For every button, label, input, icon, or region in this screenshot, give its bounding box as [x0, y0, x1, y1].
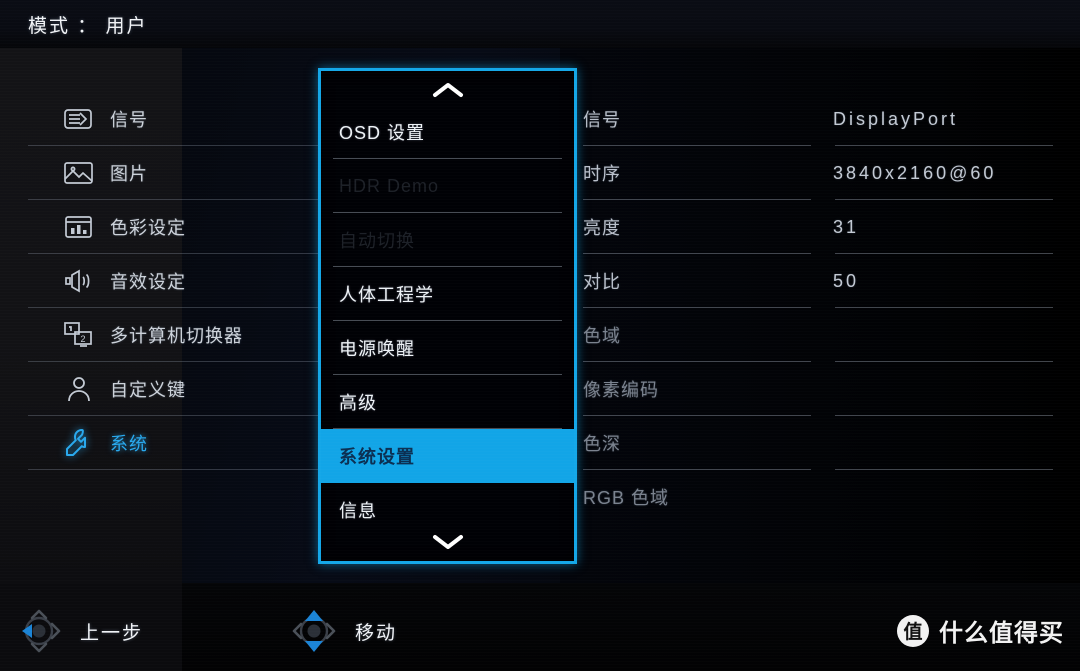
input-signal-icon — [62, 104, 96, 134]
sidebar-item-label: 信号 — [110, 109, 148, 130]
audio-settings-icon — [62, 266, 96, 296]
info-row: 色深 — [583, 416, 1053, 470]
watermark: 值 什么值得买 — [897, 613, 1064, 648]
info-row: 信号 DisplayPort — [583, 92, 1053, 146]
sidebar-item-audio-settings[interactable]: 音效设定 — [28, 254, 318, 308]
hint-move-label: 移动 — [355, 622, 398, 644]
osd-menu-item-osd-settings[interactable]: OSD 设置 — [321, 105, 574, 159]
sidebar-item-picture[interactable]: 图片 — [28, 146, 318, 200]
info-row-key: 色深 — [583, 434, 621, 454]
page-title: 模式 ： 用户 — [28, 15, 148, 37]
watermark-text: 什么值得买 — [939, 620, 1064, 647]
osd-submenu-panel: OSD 设置 HDR Demo 自动切换 人体工程学 电源唤醒 高级 系统设置 … — [318, 68, 577, 564]
watermark-badge: 值 — [897, 614, 929, 647]
joystick-updown-icon — [283, 600, 345, 662]
information-panel: 信号 DisplayPort 时序 3840x2160@60 亮度 31 对比 … — [583, 92, 1053, 524]
osd-header: 模式 ： 用户 — [0, 0, 1080, 48]
sidebar-item-user-key[interactable]: 自定义键 — [28, 362, 318, 416]
joystick-left-icon — [8, 600, 70, 662]
kvm-switch-icon: 2 — [62, 320, 96, 350]
info-row: 像素编码 — [583, 362, 1053, 416]
info-row: 色域 — [583, 308, 1053, 362]
sidebar-item-kvm-switch[interactable]: 2 多计算机切换器 — [28, 308, 318, 362]
sidebar-item-signal[interactable]: 信号 — [28, 92, 318, 146]
sidebar-item-color-settings[interactable]: 色彩设定 — [28, 200, 318, 254]
svg-text:2: 2 — [81, 334, 86, 344]
osd-menu-item-label: HDR Demo — [339, 175, 440, 196]
sidebar-item-label: 多计算机切换器 — [110, 325, 243, 346]
info-row-key: 时序 — [583, 164, 621, 184]
picture-icon — [62, 158, 96, 188]
info-row-value: 3840x2160@60 — [833, 162, 997, 183]
chevron-up-icon[interactable] — [321, 77, 574, 103]
sidebar-item-label: 系统 — [110, 433, 148, 454]
sidebar-item-label: 图片 — [110, 163, 148, 184]
info-row: 亮度 31 — [583, 200, 1053, 254]
info-row: 时序 3840x2160@60 — [583, 146, 1053, 200]
sidebar-item-label: 色彩设定 — [110, 217, 186, 238]
osd-menu-item-ergonomics[interactable]: 人体工程学 — [321, 267, 574, 321]
sidebar-item-label: 音效设定 — [110, 271, 186, 292]
info-row-value: 31 — [833, 216, 860, 237]
color-settings-icon — [62, 212, 96, 242]
user-key-icon — [62, 374, 96, 404]
osd-menu-item-label: 高级 — [339, 393, 377, 413]
info-row-value: 50 — [833, 270, 860, 291]
osd-menu-item-label: 信息 — [339, 501, 377, 521]
info-row-key: 色域 — [583, 326, 621, 346]
footer-hint-bar: 上一步 移动 — [0, 596, 397, 666]
info-row-key: 亮度 — [583, 218, 621, 238]
sidebar-item-label: 自定义键 — [110, 379, 186, 400]
osd-menu-item-hdr-demo: HDR Demo — [321, 159, 574, 213]
osd-menu-item-label: 系统设置 — [339, 447, 415, 467]
osd-menu-item-advanced[interactable]: 高级 — [321, 375, 574, 429]
wrench-system-icon — [62, 428, 96, 458]
hint-back[interactable]: 上一步 — [8, 600, 143, 662]
sidebar: 信号 图片 色彩设定 音效设定 2 多计算机切换器 自定义键 系统 — [0, 92, 318, 470]
osd-menu-item-system-settings[interactable]: 系统设置 — [321, 429, 574, 483]
info-row-value: DisplayPort — [833, 108, 959, 129]
info-row-key: RGB 色域 — [583, 488, 670, 508]
osd-screen: 模式 ： 用户 信号 图片 色彩设定 音效设定 2 多计算机切换器 自定义键 系… — [0, 0, 1080, 671]
info-row: RGB 色域 — [583, 470, 1053, 524]
selection-pointer-icon — [318, 440, 321, 472]
osd-menu-item-label: 人体工程学 — [339, 285, 434, 305]
hint-move[interactable]: 移动 — [283, 600, 397, 662]
osd-menu-item-label: 自动切换 — [339, 231, 415, 251]
osd-menu-item-information[interactable]: 信息 — [321, 483, 574, 537]
info-row-key: 像素编码 — [583, 380, 659, 400]
osd-menu-item-auto-switch: 自动切换 — [321, 213, 574, 267]
info-row-key: 对比 — [583, 272, 621, 292]
info-row-key: 信号 — [583, 110, 621, 130]
osd-menu-item-label: OSD 设置 — [339, 123, 426, 143]
hint-back-label: 上一步 — [80, 622, 144, 644]
sidebar-item-system[interactable]: 系统 — [28, 416, 318, 470]
osd-menu-item-label: 电源唤醒 — [339, 339, 415, 359]
osd-menu-list: OSD 设置 HDR Demo 自动切换 人体工程学 电源唤醒 高级 系统设置 … — [321, 105, 574, 537]
osd-menu-item-power-wake[interactable]: 电源唤醒 — [321, 321, 574, 375]
info-row: 对比 50 — [583, 254, 1053, 308]
